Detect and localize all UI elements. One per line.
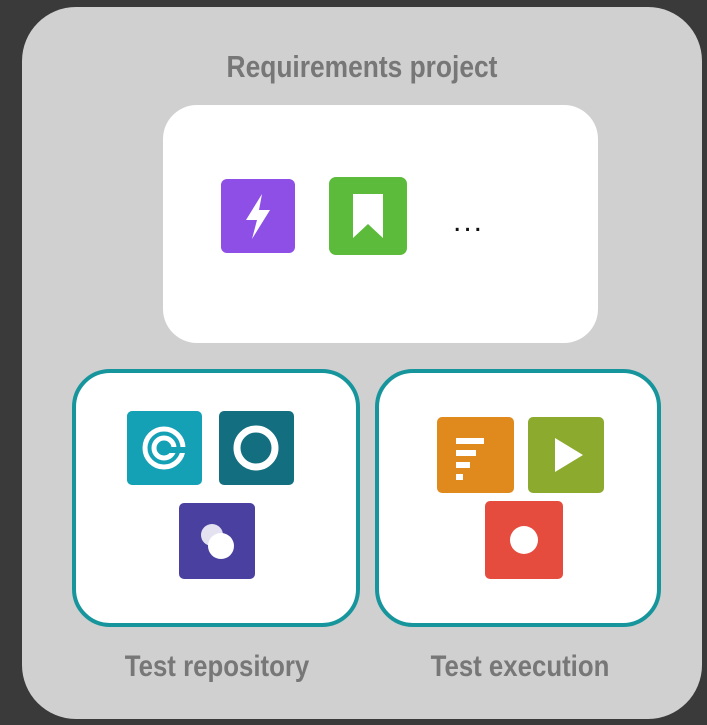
circle-icon	[219, 411, 294, 485]
requirements-project-box: ...	[163, 105, 598, 343]
test-repository-caption: Test repository	[124, 650, 310, 683]
list-icon	[437, 417, 514, 493]
main-panel: Requirements project ... Test repository…	[22, 7, 702, 719]
test-execution-box	[375, 369, 661, 627]
lightning-icon	[221, 179, 295, 253]
play-icon	[528, 417, 604, 493]
test-execution-caption: Test execution	[430, 650, 610, 683]
target-icon	[127, 411, 202, 485]
overlapping-circles-icon	[179, 503, 255, 579]
requirements-project-title: Requirements project	[226, 49, 498, 84]
more-items-ellipsis: ...	[453, 205, 485, 238]
bookmark-icon	[329, 177, 407, 255]
test-repository-box	[72, 369, 360, 627]
record-icon	[485, 501, 563, 579]
